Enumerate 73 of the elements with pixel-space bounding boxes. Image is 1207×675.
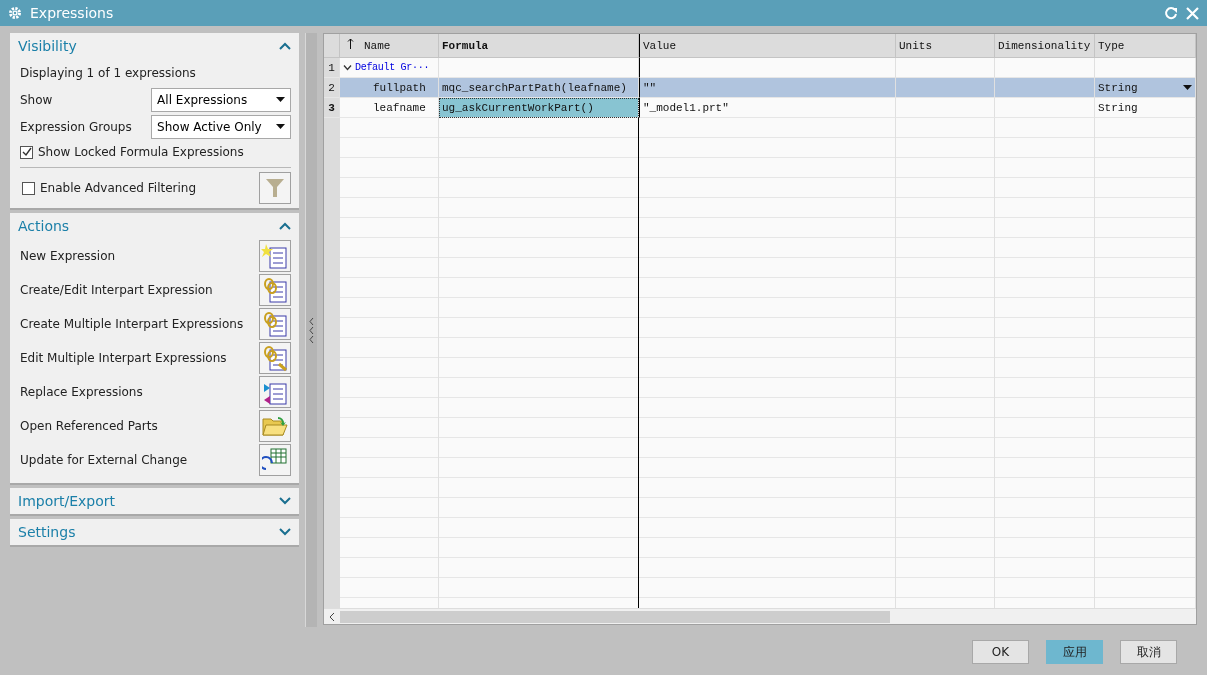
caret-icon bbox=[276, 124, 286, 129]
action-button[interactable] bbox=[259, 376, 292, 408]
table-cell: String bbox=[1095, 98, 1196, 118]
action-label[interactable]: Edit Multiple Interpart Expressions bbox=[20, 351, 227, 365]
filter-button[interactable] bbox=[259, 172, 292, 204]
collapse-icon[interactable] bbox=[343, 64, 352, 71]
open-folder-button[interactable] bbox=[259, 410, 292, 442]
checkbox[interactable] bbox=[22, 181, 35, 195]
table-cell: leafname bbox=[340, 98, 439, 118]
dropdown[interactable]: All Expressions bbox=[151, 87, 292, 112]
action-label[interactable]: Update for External Change bbox=[20, 453, 188, 467]
reset-icon[interactable] bbox=[1164, 6, 1178, 20]
action-button[interactable] bbox=[259, 308, 292, 340]
settings-icon bbox=[8, 6, 22, 20]
spreadsheet-refresh-icon bbox=[262, 447, 289, 473]
table-cell: "_model1.prt" bbox=[639, 98, 896, 118]
linked-document-icon bbox=[261, 276, 290, 304]
expand-icon[interactable] bbox=[279, 528, 292, 536]
dialog-button[interactable]: 应用 bbox=[1046, 640, 1103, 664]
field-label: Expression Groups bbox=[20, 119, 132, 134]
action-button[interactable] bbox=[259, 274, 292, 306]
table-cell[interactable]: String bbox=[1095, 78, 1196, 98]
window-title: Expressions bbox=[30, 5, 115, 21]
action-button[interactable] bbox=[259, 240, 292, 272]
action-label[interactable]: Open Referenced Parts bbox=[20, 419, 158, 433]
group-row-header[interactable]: Default Gr··· bbox=[340, 58, 439, 78]
field-label: Show bbox=[20, 92, 53, 107]
action-label[interactable]: New Expression bbox=[20, 249, 116, 263]
dialog-button[interactable]: 取消 bbox=[1120, 640, 1177, 664]
column-header[interactable]: Name bbox=[340, 34, 439, 58]
checkbox-label[interactable]: Enable Advanced Filtering bbox=[40, 181, 197, 195]
linked-document-wrench-icon bbox=[261, 344, 290, 372]
checkbox-label[interactable]: Show Locked Formula Expressions bbox=[38, 145, 244, 159]
scroll-thumb[interactable] bbox=[340, 610, 890, 623]
linked-document-icon bbox=[261, 310, 290, 338]
panel-title[interactable]: Settings bbox=[18, 524, 76, 540]
header-corner bbox=[324, 34, 340, 58]
caret-icon bbox=[276, 97, 286, 102]
scroll-left-icon[interactable] bbox=[328, 612, 336, 621]
row-number: 3 bbox=[324, 98, 340, 118]
sort-arrow-icon bbox=[347, 38, 354, 49]
dialog-button[interactable]: OK bbox=[972, 640, 1029, 664]
panel-title[interactable]: Import/Export bbox=[18, 493, 115, 509]
row-number: 1 bbox=[324, 58, 340, 78]
checkmark-icon bbox=[21, 147, 32, 157]
new-document-icon bbox=[261, 242, 290, 270]
row-number: 2 bbox=[324, 78, 340, 98]
filter-icon bbox=[265, 177, 286, 199]
table-cell: mqc_searchPartPath(leafname) bbox=[439, 78, 639, 98]
action-label[interactable]: Replace Expressions bbox=[20, 385, 143, 399]
table-cell: fullpath bbox=[340, 78, 439, 98]
folder-icon bbox=[262, 415, 289, 437]
column-header[interactable]: Dimensionality bbox=[995, 34, 1095, 58]
expression-count: Displaying 1 of 1 expressions bbox=[20, 65, 196, 80]
action-button[interactable] bbox=[259, 342, 292, 374]
column-header[interactable]: Value bbox=[639, 34, 896, 58]
checkbox[interactable] bbox=[20, 145, 33, 159]
column-header[interactable]: Units bbox=[896, 34, 995, 58]
table-cell: ug_askCurrentWorkPart() bbox=[439, 98, 639, 118]
panel-title[interactable]: Visibility bbox=[18, 38, 77, 54]
panel-title[interactable]: Actions bbox=[18, 218, 70, 234]
action-label[interactable]: Create Multiple Interpart Expressions bbox=[20, 317, 244, 331]
column-header[interactable]: Formula bbox=[439, 34, 639, 58]
group-name: Default Gr··· bbox=[355, 62, 430, 73]
action-label[interactable]: Create/Edit Interpart Expression bbox=[20, 283, 213, 297]
horizontal-scrollbar[interactable] bbox=[324, 608, 1196, 624]
close-icon[interactable] bbox=[1186, 6, 1199, 20]
dropdown[interactable]: Show Active Only bbox=[151, 114, 292, 139]
table-cell: "" bbox=[639, 78, 896, 98]
update-button[interactable] bbox=[259, 444, 292, 476]
column-header[interactable]: Type bbox=[1095, 34, 1196, 58]
caret-icon bbox=[1183, 85, 1192, 90]
expand-icon[interactable] bbox=[279, 497, 292, 505]
